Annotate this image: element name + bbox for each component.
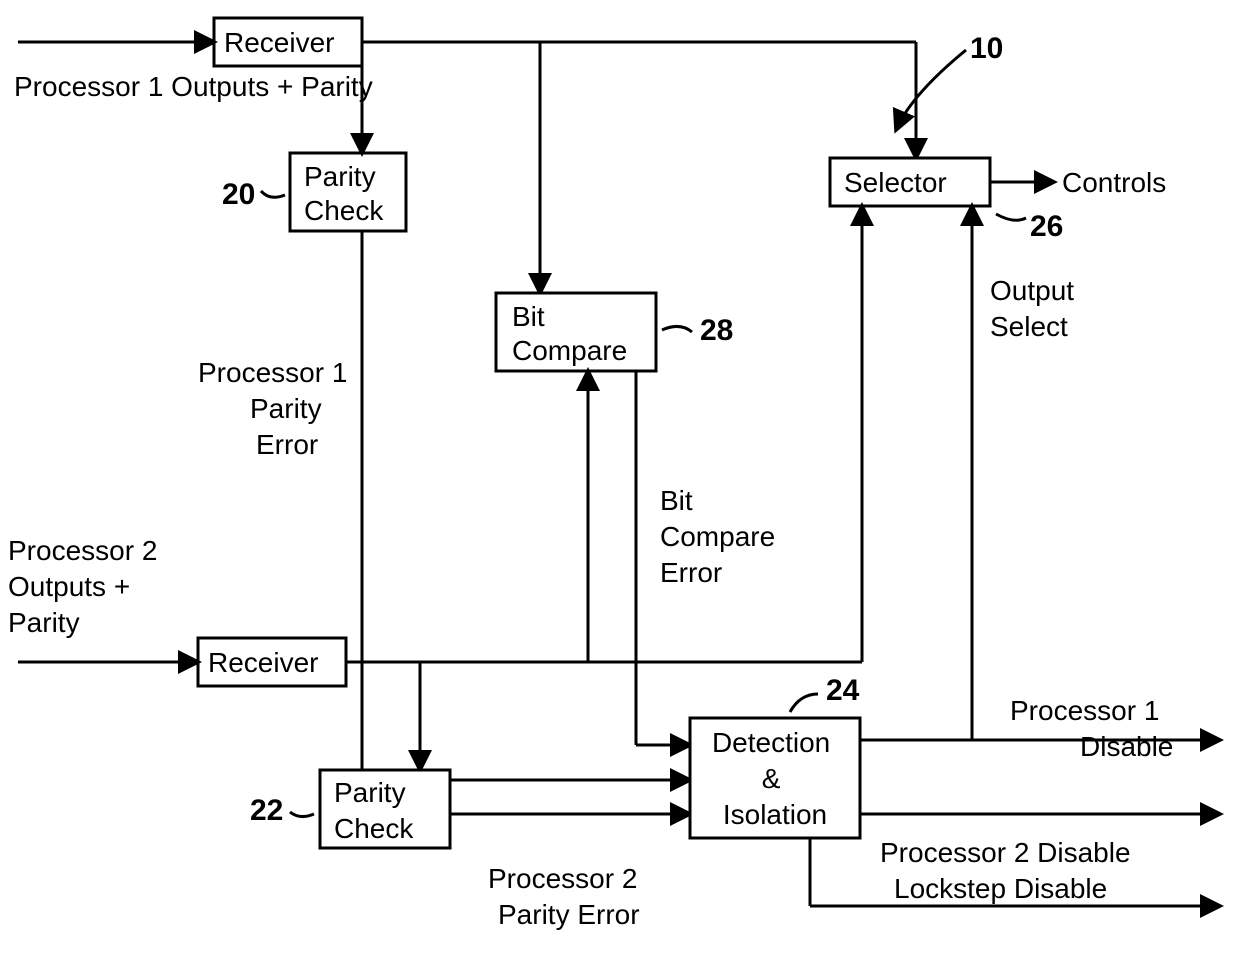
- p2-parity-error-label: Processor 2 Parity Error: [488, 863, 645, 930]
- p1-disable-label: Processor 1 Disable: [1010, 695, 1173, 762]
- controls-label: Controls: [1062, 167, 1166, 198]
- selector-label: Selector: [844, 167, 947, 198]
- bit-compare-error-label: Bit Compare Error: [660, 485, 783, 588]
- ref24: 24: [826, 674, 860, 707]
- ref24-squiggle: [790, 694, 818, 712]
- p1-parity-error-label: Processor 1 Parity Error: [198, 357, 355, 460]
- ref20-squiggle: [261, 191, 285, 197]
- ref26-squiggle: [996, 214, 1026, 220]
- ref20: 20: [222, 178, 255, 211]
- ref28: 28: [700, 314, 733, 347]
- ref10-arrow: [896, 50, 966, 130]
- receiver1-label: Receiver: [224, 27, 334, 58]
- ref28-squiggle: [662, 326, 692, 332]
- receiver2-label: Receiver: [208, 647, 318, 678]
- output-select-label: Output Select: [990, 275, 1082, 342]
- input2-label: Processor 2 Outputs + Parity: [8, 535, 165, 638]
- input1-label: Processor 1 Outputs + Parity: [14, 71, 373, 102]
- ref10: 10: [970, 32, 1003, 65]
- p2-disable-label: Processor 2 Disable: [880, 837, 1131, 868]
- block-diagram: Receiver Processor 1 Outputs + Parity Pa…: [0, 0, 1240, 956]
- lockstep-label: Lockstep Disable: [894, 873, 1107, 904]
- ref22-squiggle: [290, 812, 314, 817]
- ref26: 26: [1030, 210, 1063, 243]
- ref22: 22: [250, 794, 283, 827]
